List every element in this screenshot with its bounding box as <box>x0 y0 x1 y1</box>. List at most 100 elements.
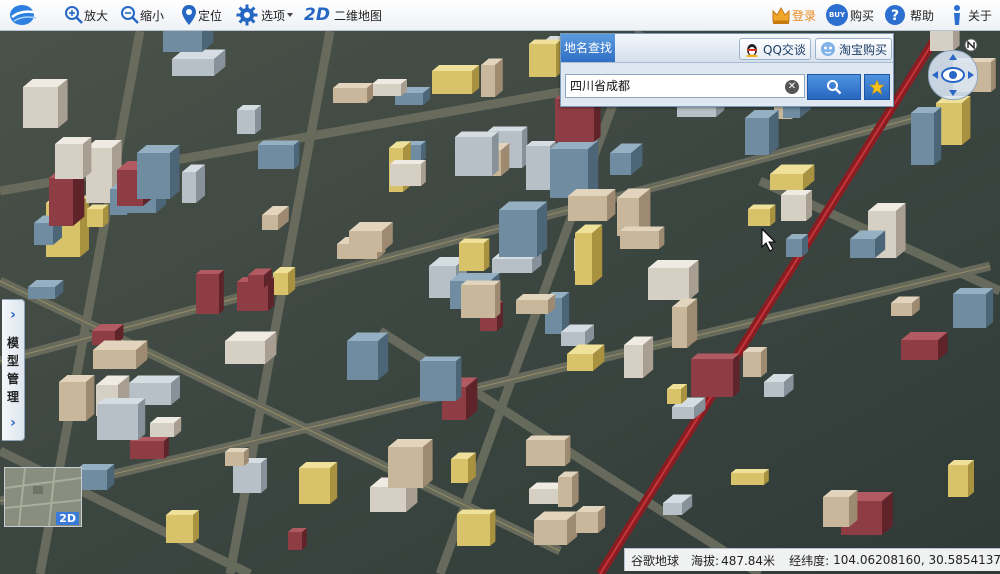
building-front <box>526 146 550 190</box>
chevron-right-icon[interactable]: › <box>2 306 24 324</box>
building-side <box>490 509 496 546</box>
building-side <box>572 471 579 507</box>
building-roof <box>455 131 499 137</box>
building-roof <box>333 83 373 88</box>
building-front <box>786 239 802 257</box>
globe-logo-icon <box>10 5 39 25</box>
building-side <box>83 137 92 179</box>
building <box>93 340 148 369</box>
view-2d-button[interactable]: 2D 二维地图 <box>304 0 382 30</box>
map-3d-view[interactable]: › 模 型 管 理 › 2D <box>0 31 1000 574</box>
building-front <box>225 341 265 364</box>
building <box>930 31 960 51</box>
building <box>743 347 767 377</box>
building-front <box>529 489 558 504</box>
qq-chat-button[interactable]: QQ交谈 <box>739 38 811 60</box>
building-roof <box>488 126 528 131</box>
building-side <box>991 58 996 92</box>
map-3d-scene[interactable] <box>0 31 1000 574</box>
login-button[interactable]: 登录 <box>770 0 816 30</box>
building-front <box>823 497 849 527</box>
options-button[interactable]: 选项 <box>236 0 295 30</box>
building <box>534 511 578 545</box>
building-side <box>537 201 548 257</box>
building-front <box>691 359 733 397</box>
building-front <box>23 87 58 128</box>
building-front <box>93 350 136 369</box>
building-side <box>456 356 462 401</box>
login-label: 登录 <box>792 8 817 23</box>
building-front <box>624 345 643 378</box>
building-front <box>561 332 585 346</box>
building-front <box>49 178 73 226</box>
minimap[interactable]: 2D <box>4 467 82 527</box>
building-side <box>255 105 261 134</box>
about-button[interactable]: 关于 <box>950 0 992 30</box>
building-front <box>59 382 86 421</box>
navigation-control[interactable] <box>928 50 978 100</box>
building <box>59 375 95 421</box>
building-front <box>930 31 953 51</box>
building-front <box>137 153 170 199</box>
building-front <box>372 84 401 96</box>
building <box>258 140 300 169</box>
building-front <box>34 223 53 245</box>
model-management-char-3: 管 <box>6 372 19 386</box>
map-pin-icon <box>182 5 196 25</box>
building-front <box>534 520 567 545</box>
building <box>196 270 224 314</box>
building-front <box>672 307 687 348</box>
building <box>55 137 92 179</box>
building-side <box>934 107 942 165</box>
building-roof <box>420 356 462 361</box>
building-side <box>962 96 971 145</box>
building-front <box>781 195 806 221</box>
building-roof <box>526 435 571 440</box>
model-management-tab[interactable]: › 模 型 管 理 › <box>2 299 25 441</box>
building-side <box>761 347 767 377</box>
coords-value: 104.06208160, 30.58541371 <box>833 553 1000 567</box>
building-roof <box>529 39 562 44</box>
building <box>28 280 64 299</box>
eye-navigation-icon[interactable] <box>929 51 977 99</box>
clear-input-icon[interactable]: ✕ <box>785 80 799 94</box>
building-front <box>390 164 421 186</box>
zoom-in-button[interactable]: 放大 <box>64 0 108 30</box>
search-icon <box>827 80 842 95</box>
building-front <box>526 440 565 466</box>
search-button[interactable] <box>807 74 861 100</box>
chevron-right-icon[interactable]: › <box>2 414 24 432</box>
building-front <box>731 473 764 485</box>
help-button[interactable]: ? 帮助 <box>884 0 934 30</box>
building <box>558 471 579 507</box>
building-front <box>610 153 631 175</box>
building-roof <box>372 79 407 84</box>
taobao-buy-button[interactable]: 淘宝购买 <box>815 38 893 60</box>
building-front <box>299 468 330 504</box>
app-logo[interactable] <box>8 0 40 30</box>
building-front <box>948 465 968 497</box>
building-front <box>558 477 572 507</box>
building-front <box>457 514 490 546</box>
favorite-button[interactable] <box>864 74 890 100</box>
building-front <box>576 512 598 533</box>
help-label: 帮助 <box>910 8 935 23</box>
building <box>388 439 433 488</box>
tab-place-search[interactable]: 地名查找 <box>561 34 615 62</box>
building-front <box>461 285 495 318</box>
building-side <box>968 460 974 497</box>
building <box>948 460 974 497</box>
building <box>781 190 812 221</box>
building <box>347 332 389 380</box>
locate-button[interactable]: 定位 <box>180 0 222 30</box>
building-roof <box>461 280 501 285</box>
minimap-2d-badge[interactable]: 2D <box>56 512 79 525</box>
view-2d-label: 二维地图 <box>333 8 382 23</box>
zoom-out-button[interactable]: 缩小 <box>120 0 164 30</box>
search-input[interactable]: 四川省成都 <box>565 74 805 98</box>
building <box>891 296 920 316</box>
buy-button[interactable]: BUY 购买 <box>826 0 874 30</box>
zoom-in-icon <box>65 6 83 24</box>
star-icon <box>869 79 885 95</box>
building-side <box>423 439 433 488</box>
